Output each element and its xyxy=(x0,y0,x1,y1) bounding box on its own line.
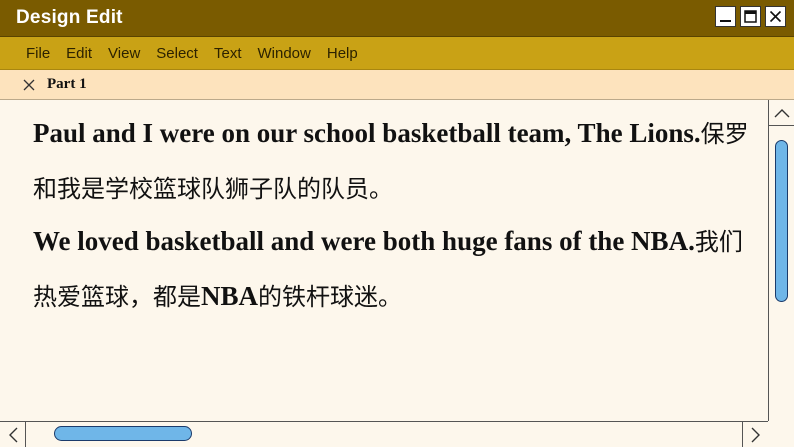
menu-edit[interactable]: Edit xyxy=(66,45,92,62)
vertical-scroll-thumb[interactable] xyxy=(775,140,788,302)
minimize-icon xyxy=(720,20,731,22)
close-button[interactable] xyxy=(765,6,786,27)
paragraph-2-chinese-b: 的铁杆球迷。 xyxy=(258,283,403,311)
menu-text[interactable]: Text xyxy=(214,45,242,62)
maximize-icon xyxy=(744,10,757,23)
chevron-left-icon xyxy=(8,427,17,442)
window-controls xyxy=(715,6,786,27)
menu-select[interactable]: Select xyxy=(156,45,198,62)
scroll-left-button[interactable] xyxy=(0,422,26,447)
menu-view[interactable]: View xyxy=(108,45,140,62)
scroll-right-button[interactable] xyxy=(742,422,768,447)
maximize-button[interactable] xyxy=(740,6,761,27)
menu-bar: File Edit View Select Text Window Help xyxy=(0,37,794,70)
paragraph-2: We loved basketball and were both huge f… xyxy=(33,214,758,324)
tab-part-1[interactable]: Part 1 xyxy=(47,76,87,93)
title-bar: Design Edit xyxy=(0,0,794,37)
document-canvas[interactable]: Paul and I were on our school basketball… xyxy=(0,100,768,421)
paragraph-1: Paul and I were on our school basketball… xyxy=(33,106,758,216)
tab-close-button[interactable] xyxy=(22,78,36,92)
paragraph-1-english: Paul and I were on our school basketball… xyxy=(33,118,701,148)
vertical-scrollbar[interactable] xyxy=(768,100,794,447)
close-icon xyxy=(23,79,35,90)
scrollbar-corner xyxy=(768,421,794,447)
tab-bar: Part 1 xyxy=(0,70,794,100)
app-title: Design Edit xyxy=(16,7,123,28)
paragraph-2-chinese-nba: NBA xyxy=(201,281,259,311)
paragraph-2-english: We loved basketball and were both huge f… xyxy=(33,226,695,256)
scroll-up-button[interactable] xyxy=(769,100,794,126)
menu-file[interactable]: File xyxy=(26,45,50,62)
close-icon xyxy=(769,10,782,23)
chevron-up-icon xyxy=(774,108,789,117)
minimize-button[interactable] xyxy=(715,6,736,27)
horizontal-scroll-thumb[interactable] xyxy=(54,426,192,441)
menu-window[interactable]: Window xyxy=(258,45,311,62)
horizontal-scrollbar[interactable] xyxy=(0,421,768,447)
menu-help[interactable]: Help xyxy=(327,45,358,62)
chevron-right-icon xyxy=(751,427,760,442)
